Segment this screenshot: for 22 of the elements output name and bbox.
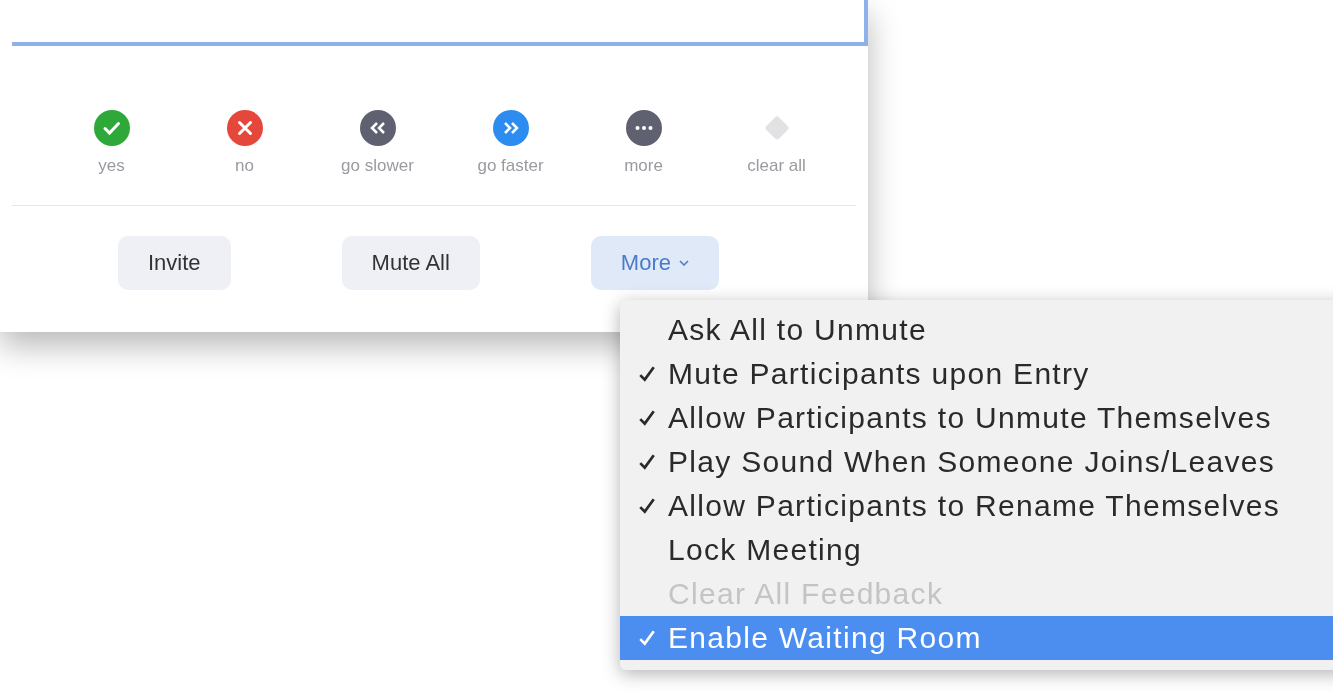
menu-item[interactable]: Mute Participants upon Entry bbox=[620, 352, 1333, 396]
menu-item[interactable]: Enable Waiting Room bbox=[620, 616, 1333, 660]
menu-item[interactable]: Ask All to Unmute bbox=[620, 308, 1333, 352]
reaction-button[interactable]: go slower bbox=[311, 110, 444, 205]
reaction-button[interactable]: yes bbox=[45, 110, 178, 205]
cross-icon bbox=[226, 110, 263, 146]
reaction-button[interactable]: go faster bbox=[444, 110, 577, 205]
fast-forward-icon bbox=[492, 110, 529, 146]
caret-icon bbox=[679, 260, 689, 266]
action-button[interactable]: More bbox=[590, 236, 719, 290]
check-icon bbox=[93, 110, 130, 146]
reaction-button[interactable]: clear all bbox=[710, 110, 843, 205]
menu-item[interactable]: Allow Participants to Rename Themselves bbox=[620, 484, 1333, 528]
action-button[interactable]: Mute All bbox=[341, 236, 480, 290]
rewind-icon bbox=[359, 110, 396, 146]
ellipsis-icon bbox=[625, 110, 662, 146]
action-button[interactable]: Invite bbox=[118, 236, 231, 290]
menu-item[interactable]: Play Sound When Someone Joins/Leaves bbox=[620, 440, 1333, 484]
menu-item[interactable]: Lock Meeting bbox=[620, 528, 1333, 572]
reaction-button[interactable]: no bbox=[178, 110, 311, 205]
menu-item[interactable]: Allow Participants to Unmute Themselves bbox=[620, 396, 1333, 440]
reaction-button[interactable]: more bbox=[577, 110, 710, 205]
